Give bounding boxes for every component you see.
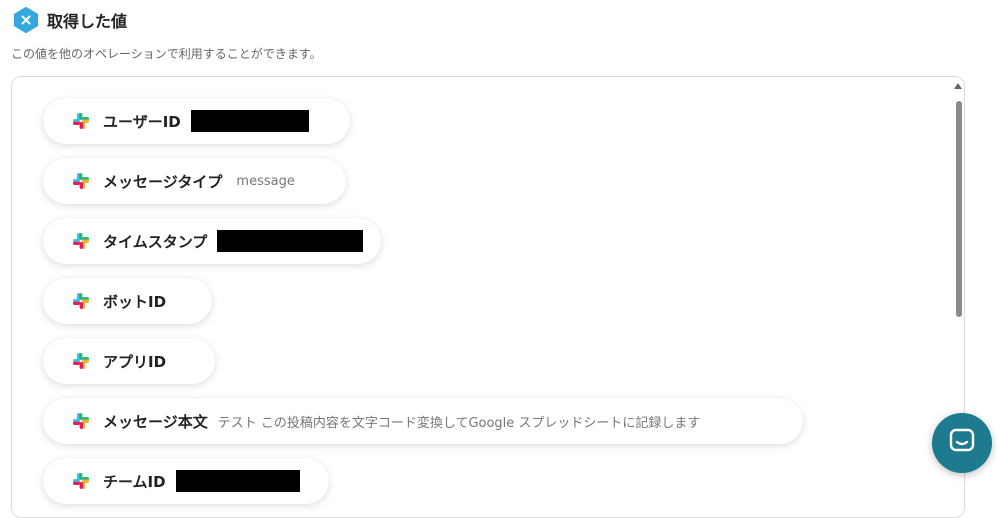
scroll-up-arrow-icon[interactable] [954,83,962,89]
slack-icon [71,231,91,251]
value-pill-team-id[interactable]: チームID [43,458,329,504]
slack-icon [71,111,91,131]
redacted-value [175,470,300,492]
x-badge-icon [13,7,39,33]
value-label: ユーザーID [103,112,181,131]
value-pill-timestamp[interactable]: タイムスタンプ [43,218,381,264]
slack-icon [71,471,91,491]
slack-icon [71,291,91,311]
redacted-value [217,230,363,252]
value-pill-app-id[interactable]: アプリID [43,338,215,384]
value-label: アプリID [103,352,167,371]
value-label: ボットID [103,292,167,311]
value-pill-message-body[interactable]: メッセージ本文 テスト この投稿内容を文字コード変換してGoogle スプレッド… [43,398,803,444]
slack-icon [71,171,91,191]
chat-icon [948,427,976,459]
header: 取得した値 [13,7,127,33]
value-pill-bot-id[interactable]: ボットID [43,278,212,324]
value-pill-user-id[interactable]: ユーザーID [43,98,350,144]
slack-icon [71,351,91,371]
scrollbar-thumb[interactable] [956,101,962,317]
value-label: メッセージ本文 [103,412,208,431]
value-label: メッセージタイプ [103,172,223,191]
values-panel: ユーザーID メッセージタイプ message タイムスタンプ ボットID アプ… [11,76,965,518]
page-subtitle: この値を他のオペレーションで利用することができます。 [11,47,322,61]
redacted-value [190,110,309,132]
page-title: 取得した値 [47,12,128,31]
value-text: message [236,173,295,189]
value-pill-message-type[interactable]: メッセージタイプ message [43,158,346,204]
value-label: タイムスタンプ [103,232,208,251]
slack-icon [71,411,91,431]
chat-button[interactable] [932,413,992,473]
value-text: テスト この投稿内容を文字コード変換してGoogle スプレッドシートに記録しま… [217,415,701,431]
value-label: チームID [103,472,166,491]
